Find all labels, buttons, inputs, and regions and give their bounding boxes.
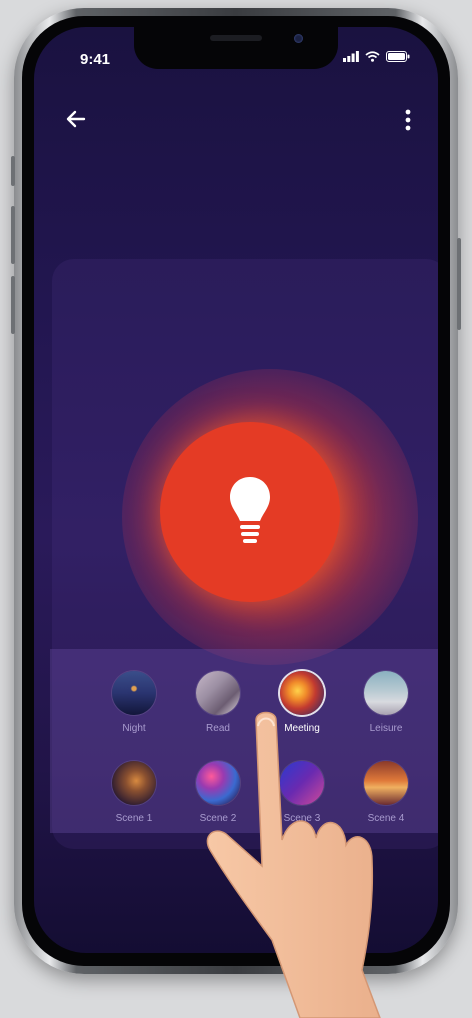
scene-2[interactable]: Scene 2 [178, 761, 258, 824]
arrow-left-icon [66, 110, 86, 128]
scene-label: Read [206, 723, 230, 734]
volume-up-button [11, 206, 15, 264]
scene-label: Scene 1 [115, 813, 153, 824]
scene-label: Scene 3 [283, 813, 321, 824]
notch [134, 27, 338, 69]
scene-thumbnail [364, 761, 408, 805]
scene-1[interactable]: Scene 1 [94, 761, 174, 824]
status-time: 9:41 [80, 51, 111, 68]
scene-thumbnail [280, 761, 324, 805]
scene-thumbnail [196, 761, 240, 805]
wifi-icon [365, 51, 380, 62]
scene-night[interactable]: Night [94, 671, 174, 734]
speaker-grille [210, 35, 262, 41]
power-button [457, 238, 461, 330]
lightbulb-icon [230, 477, 270, 543]
scene-label: Scene 2 [199, 813, 237, 824]
app-screen: 9:41 Night Read Meeting Leisure Scene 1 … [34, 27, 438, 953]
scene-thumbnail [280, 671, 324, 715]
scene-thumbnail [112, 671, 156, 715]
header-bar [34, 107, 438, 147]
scene-label: Leisure [369, 723, 403, 734]
scene-label: Scene 4 [367, 813, 405, 824]
scene-4[interactable]: Scene 4 [346, 761, 426, 824]
signal-icon [343, 51, 359, 62]
scene-label: Meeting [284, 723, 320, 734]
scene-selector: Night Read Meeting Leisure Scene 1 Scene… [50, 649, 438, 833]
scene-leisure[interactable]: Leisure [346, 671, 426, 734]
back-button[interactable] [64, 107, 94, 137]
more-options-button[interactable] [396, 107, 420, 137]
scene-thumbnail [364, 671, 408, 715]
scene-3[interactable]: Scene 3 [262, 761, 342, 824]
status-icons [343, 51, 410, 62]
volume-down-button [11, 276, 15, 334]
mute-switch [11, 156, 15, 186]
scene-thumbnail [196, 671, 240, 715]
more-vertical-icon [405, 109, 411, 131]
light-toggle-button[interactable] [160, 422, 340, 602]
scene-read[interactable]: Read [178, 671, 258, 734]
battery-icon [386, 51, 410, 62]
front-camera [294, 34, 303, 43]
scene-label: Night [122, 723, 146, 734]
scene-meeting[interactable]: Meeting [262, 671, 342, 734]
scene-thumbnail [112, 761, 156, 805]
